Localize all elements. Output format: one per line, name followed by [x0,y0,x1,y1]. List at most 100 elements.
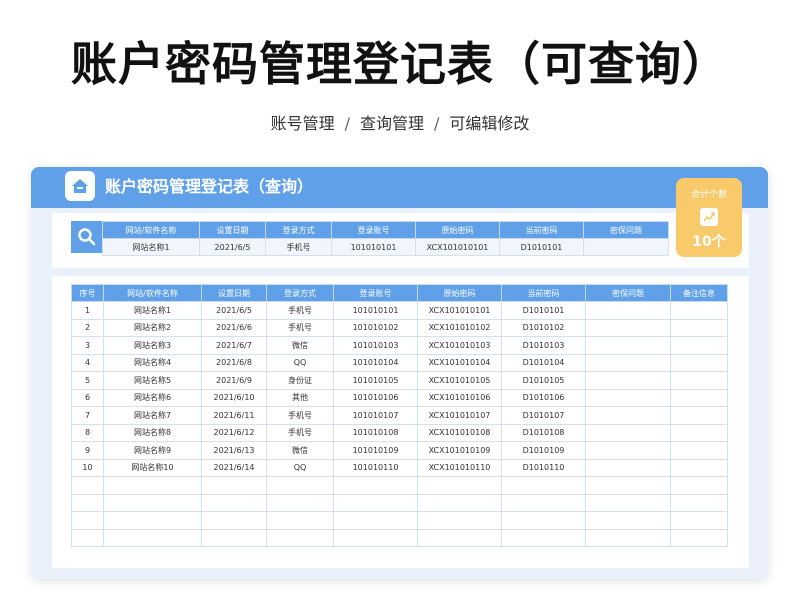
table-cell[interactable]: 2 [71,318,104,337]
search-input-cell[interactable]: 2021/6/5 [199,238,266,256]
table-cell[interactable] [670,406,728,425]
table-cell[interactable] [417,476,502,495]
table-cell[interactable]: D1010109 [501,441,586,460]
table-cell[interactable] [501,493,586,512]
table-cell[interactable]: 2021/6/14 [201,458,267,477]
table-cell[interactable]: 网站名称5 [103,371,202,390]
search-input-cell[interactable]: 手机号 [265,238,332,256]
table-cell[interactable]: D1010104 [501,353,586,372]
table-cell[interactable] [585,511,671,530]
table-cell[interactable]: 2021/6/7 [201,336,267,355]
table-cell[interactable] [585,371,671,390]
table-cell[interactable] [670,458,728,477]
table-cell[interactable] [585,458,671,477]
table-cell[interactable] [501,528,586,547]
table-cell[interactable]: 网站名称7 [103,406,202,425]
table-cell[interactable] [333,493,418,512]
table-cell[interactable]: 101010103 [333,336,418,355]
home-icon[interactable] [65,171,95,201]
table-cell[interactable]: 6 [71,388,104,407]
table-cell[interactable]: 手机号 [266,301,334,320]
table-cell[interactable]: 手机号 [266,406,334,425]
table-cell[interactable]: 微信 [266,336,334,355]
table-cell[interactable] [266,493,334,512]
table-cell[interactable] [670,371,728,390]
table-cell[interactable]: 手机号 [266,318,334,337]
table-cell[interactable]: 7 [71,406,104,425]
table-cell[interactable]: 网站名称8 [103,423,202,442]
table-cell[interactable]: XCX101010103 [417,336,502,355]
table-cell[interactable]: 微信 [266,441,334,460]
table-cell[interactable] [103,476,202,495]
table-cell[interactable]: XCX101010105 [417,371,502,390]
table-cell[interactable]: XCX101010102 [417,318,502,337]
table-cell[interactable]: 101010102 [333,318,418,337]
table-cell[interactable]: 101010101 [333,301,418,320]
table-cell[interactable]: 101010107 [333,406,418,425]
table-cell[interactable] [585,318,671,337]
table-cell[interactable] [333,511,418,530]
table-cell[interactable] [585,528,671,547]
search-input-cell[interactable]: XCX101010101 [415,238,500,256]
table-cell[interactable]: D1010106 [501,388,586,407]
table-cell[interactable] [670,476,728,495]
table-cell[interactable]: D1010103 [501,336,586,355]
table-cell[interactable]: 9 [71,441,104,460]
table-cell[interactable] [670,318,728,337]
table-cell[interactable]: 5 [71,371,104,390]
table-cell[interactable] [417,528,502,547]
table-cell[interactable]: 4 [71,353,104,372]
table-cell[interactable]: 手机号 [266,423,334,442]
table-cell[interactable] [417,511,502,530]
search-input-cell[interactable] [583,238,669,256]
table-cell[interactable]: 2021/6/5 [201,301,267,320]
table-cell[interactable]: 网站名称1 [103,301,202,320]
table-cell[interactable]: 2021/6/8 [201,353,267,372]
search-input-cell[interactable]: D1010101 [499,238,584,256]
table-cell[interactable]: 网站名称6 [103,388,202,407]
table-cell[interactable] [585,406,671,425]
table-cell[interactable]: XCX101010106 [417,388,502,407]
table-cell[interactable] [501,511,586,530]
table-cell[interactable] [670,511,728,530]
table-cell[interactable]: XCX101010101 [417,301,502,320]
table-cell[interactable]: XCX101010109 [417,441,502,460]
table-cell[interactable] [71,476,104,495]
table-cell[interactable]: 101010104 [333,353,418,372]
table-cell[interactable]: 2021/6/10 [201,388,267,407]
table-cell[interactable] [585,476,671,495]
breadcrumb-item-editable[interactable]: 可编辑修改 [449,114,529,133]
table-cell[interactable] [585,493,671,512]
breadcrumb-item-account[interactable]: 账号管理 [271,114,335,133]
table-cell[interactable] [585,388,671,407]
table-cell[interactable] [670,441,728,460]
table-cell[interactable]: XCX101010107 [417,406,502,425]
table-cell[interactable] [585,423,671,442]
table-cell[interactable] [585,336,671,355]
table-cell[interactable]: XCX101010110 [417,458,502,477]
table-cell[interactable]: XCX101010104 [417,353,502,372]
table-cell[interactable]: 101010108 [333,423,418,442]
table-cell[interactable] [585,353,671,372]
table-cell[interactable]: 3 [71,336,104,355]
table-cell[interactable]: D1010108 [501,423,586,442]
table-cell[interactable] [71,493,104,512]
table-cell[interactable]: 身份证 [266,371,334,390]
table-cell[interactable]: 10 [71,458,104,477]
table-cell[interactable]: 2021/6/11 [201,406,267,425]
table-cell[interactable] [585,441,671,460]
table-cell[interactable]: 8 [71,423,104,442]
table-cell[interactable]: 2021/6/12 [201,423,267,442]
table-cell[interactable] [266,528,334,547]
breadcrumb-item-query[interactable]: 查询管理 [360,114,424,133]
table-cell[interactable]: 2021/6/9 [201,371,267,390]
table-cell[interactable]: D1010110 [501,458,586,477]
table-cell[interactable] [585,301,671,320]
table-cell[interactable]: 网站名称3 [103,336,202,355]
table-cell[interactable] [266,511,334,530]
table-cell[interactable] [103,528,202,547]
table-cell[interactable] [670,388,728,407]
table-cell[interactable]: 2021/6/13 [201,441,267,460]
table-cell[interactable]: XCX101010108 [417,423,502,442]
search-button[interactable] [71,221,102,253]
